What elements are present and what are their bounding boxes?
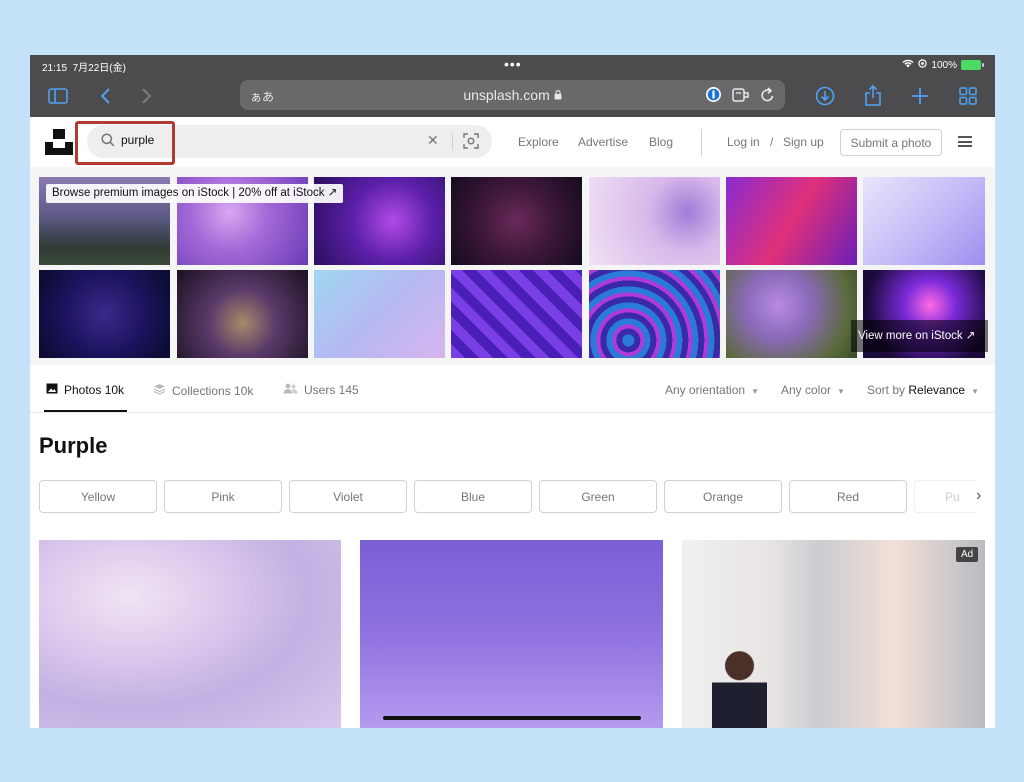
collections-icon xyxy=(153,383,166,398)
banner-image[interactable] xyxy=(589,177,720,265)
back-icon[interactable] xyxy=(92,83,118,109)
istock-promo-label[interactable]: Browse premium images on iStock | 20% of… xyxy=(46,184,344,203)
site-header: ✕ Explore Advertise Blog Log in / Sign u… xyxy=(30,117,995,167)
url-text: unsplash.com xyxy=(463,87,550,103)
chevron-down-icon: ▼ xyxy=(971,387,979,396)
downloads-icon[interactable] xyxy=(812,83,838,109)
password-manager-icon[interactable] xyxy=(705,86,722,108)
status-date: 7月22日(金) xyxy=(72,63,126,74)
person-figure xyxy=(712,645,767,728)
clear-search-icon[interactable]: ✕ xyxy=(427,132,439,149)
lock-icon xyxy=(554,87,562,103)
search-highlight-box xyxy=(75,121,175,165)
nav-explore[interactable]: Explore xyxy=(518,135,559,149)
banner-image[interactable] xyxy=(39,270,170,358)
banner-image[interactable] xyxy=(863,177,985,265)
tab-collections[interactable]: Collections 10k xyxy=(153,383,253,398)
chip-partial[interactable]: Pu xyxy=(914,480,976,513)
tab-overview-icon[interactable] xyxy=(955,83,981,109)
photo-icon xyxy=(46,383,58,397)
battery-icon xyxy=(961,60,984,70)
nav-divider xyxy=(701,129,702,156)
browser-toolbar: ぁあ unsplash.com xyxy=(30,75,995,117)
chip-orange[interactable]: Orange xyxy=(664,480,782,513)
address-bar[interactable]: ぁあ unsplash.com xyxy=(240,80,785,110)
multitasking-dots-icon[interactable]: ••• xyxy=(504,56,522,72)
chip-pink[interactable]: Pink xyxy=(164,480,282,513)
home-indicator[interactable] xyxy=(383,716,641,720)
banner-image[interactable] xyxy=(726,270,857,358)
tab-users[interactable]: Users 145 xyxy=(283,383,359,397)
new-tab-icon[interactable] xyxy=(907,83,933,109)
forward-icon[interactable] xyxy=(134,83,160,109)
photo-card[interactable] xyxy=(360,540,663,728)
tab-collections-label: Collections 10k xyxy=(172,383,254,398)
chip-green[interactable]: Green xyxy=(539,480,657,513)
share-icon[interactable] xyxy=(860,83,886,109)
banner-image[interactable] xyxy=(314,270,445,358)
chevron-down-icon: ▼ xyxy=(837,387,845,396)
sidebar-toggle-icon[interactable] xyxy=(45,83,71,109)
location-icon xyxy=(918,59,928,71)
sort-filter[interactable]: Sort by Relevance ▼ xyxy=(867,383,979,397)
ad-badge: Ad xyxy=(956,547,979,562)
photo-card[interactable] xyxy=(39,540,341,728)
chevron-right-icon[interactable]: › xyxy=(976,487,981,505)
chip-violet[interactable]: Violet xyxy=(289,480,407,513)
tab-photos-label: Photos 10k xyxy=(64,383,125,397)
signup-link[interactable]: Sign up xyxy=(783,135,824,149)
result-tabs: Photos 10k Collections 10k Users 145 Any… xyxy=(30,365,995,413)
color-filter[interactable]: Any color ▼ xyxy=(781,383,845,397)
login-link[interactable]: Log in xyxy=(727,135,760,149)
photo-card[interactable] xyxy=(682,540,985,728)
tab-photos[interactable]: Photos 10k xyxy=(46,383,124,397)
banner-image[interactable] xyxy=(589,270,720,358)
status-bar: 21:15 7月22日(金) ••• 100% xyxy=(30,55,995,75)
wifi-icon xyxy=(902,59,914,71)
tab-users-label: Users 145 xyxy=(304,383,359,397)
banner-image[interactable] xyxy=(451,177,582,265)
banner-image[interactable] xyxy=(177,270,308,358)
page-title: Purple xyxy=(39,433,108,458)
menu-icon[interactable] xyxy=(958,136,972,147)
battery-percent: 100% xyxy=(931,59,957,71)
reload-icon[interactable] xyxy=(760,86,775,108)
chip-blue[interactable]: Blue xyxy=(414,480,532,513)
extension-icon[interactable] xyxy=(732,87,750,108)
banner-image[interactable] xyxy=(726,177,857,265)
chip-yellow[interactable]: Yellow xyxy=(39,480,157,513)
banner-image[interactable] xyxy=(451,270,582,358)
nav-blog[interactable]: Blog xyxy=(649,135,673,149)
submit-photo-button[interactable]: Submit a photo xyxy=(840,129,942,156)
users-icon xyxy=(283,383,298,397)
chevron-down-icon: ▼ xyxy=(751,387,759,396)
status-time: 21:15 xyxy=(42,63,68,74)
nav-advertise[interactable]: Advertise xyxy=(578,135,628,149)
view-more-istock-link[interactable]: View more on iStock ↗ xyxy=(851,320,988,352)
search-divider xyxy=(452,133,453,150)
sort-value: Relevance xyxy=(908,383,966,397)
orientation-filter[interactable]: Any orientation ▼ xyxy=(665,383,759,397)
ipad-screen: 21:15 7月22日(金) ••• 100% ぁあ unsplash.com … xyxy=(30,55,995,728)
unsplash-logo-icon[interactable] xyxy=(45,129,73,155)
visual-search-icon[interactable] xyxy=(463,133,479,154)
active-tab-indicator xyxy=(44,410,127,412)
chip-red[interactable]: Red xyxy=(789,480,907,513)
login-signup-separator: / xyxy=(770,135,774,149)
